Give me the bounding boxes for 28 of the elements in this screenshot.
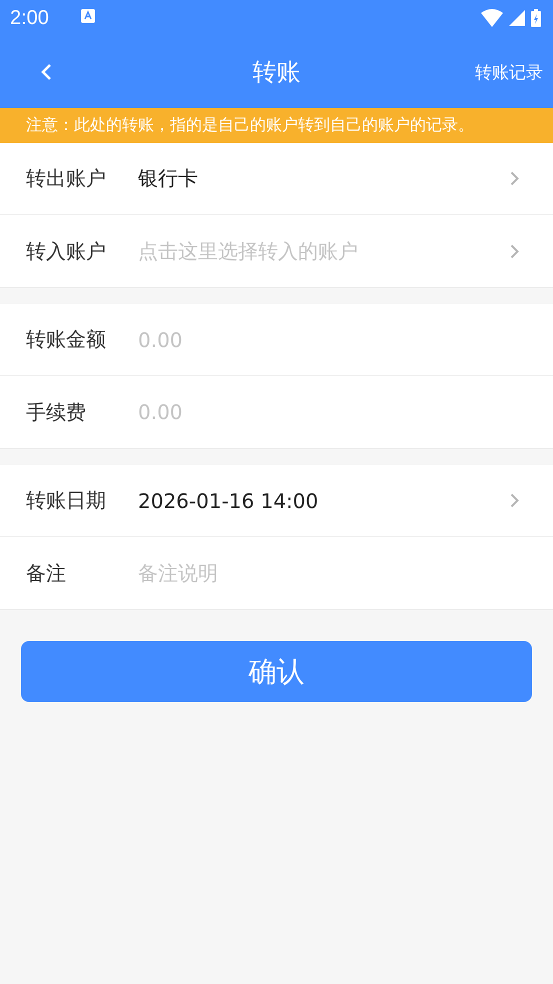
page-title: 转账	[252, 57, 300, 88]
field-label: 转账日期	[26, 487, 107, 514]
battery-icon	[531, 9, 541, 27]
form-row[interactable]: 转账金额 0.00	[0, 304, 553, 376]
clock: 2:00	[10, 6, 49, 30]
field-placeholder: 0.00	[138, 400, 183, 424]
field-value: 银行卡	[138, 165, 198, 192]
form-row[interactable]: 转入账户 点击这里选择转入的账户	[0, 215, 553, 287]
wifi-icon	[481, 9, 503, 27]
field-value: 2026-01-16 14:00	[138, 488, 318, 512]
field-label: 转出账户	[26, 165, 107, 192]
field-placeholder: 0.00	[138, 328, 183, 352]
form-row[interactable]: 转账日期 2026-01-16 14:00	[0, 465, 553, 537]
field-placeholder: 备注说明	[138, 560, 218, 586]
field-label: 转入账户	[26, 238, 107, 264]
field-label: 备注	[26, 560, 67, 586]
back-icon	[40, 63, 52, 81]
field-label: 转账金额	[26, 326, 107, 353]
notice-banner: 注意：此处的转账，指的是自己的账户转到自己的账户的记录。	[0, 108, 553, 143]
chevron-right-icon	[510, 244, 519, 258]
field-label: 手续费	[26, 398, 87, 426]
field-placeholder: 点击这里选择转入的账户	[138, 238, 358, 264]
signal-icon	[509, 10, 525, 26]
form-row[interactable]: 转出账户 银行卡	[0, 143, 553, 215]
form-row[interactable]: 备注 备注说明	[0, 537, 553, 609]
chevron-right-icon	[510, 493, 519, 508]
form-row[interactable]: 手续费 0.00	[0, 376, 553, 448]
chevron-right-icon	[510, 171, 519, 186]
